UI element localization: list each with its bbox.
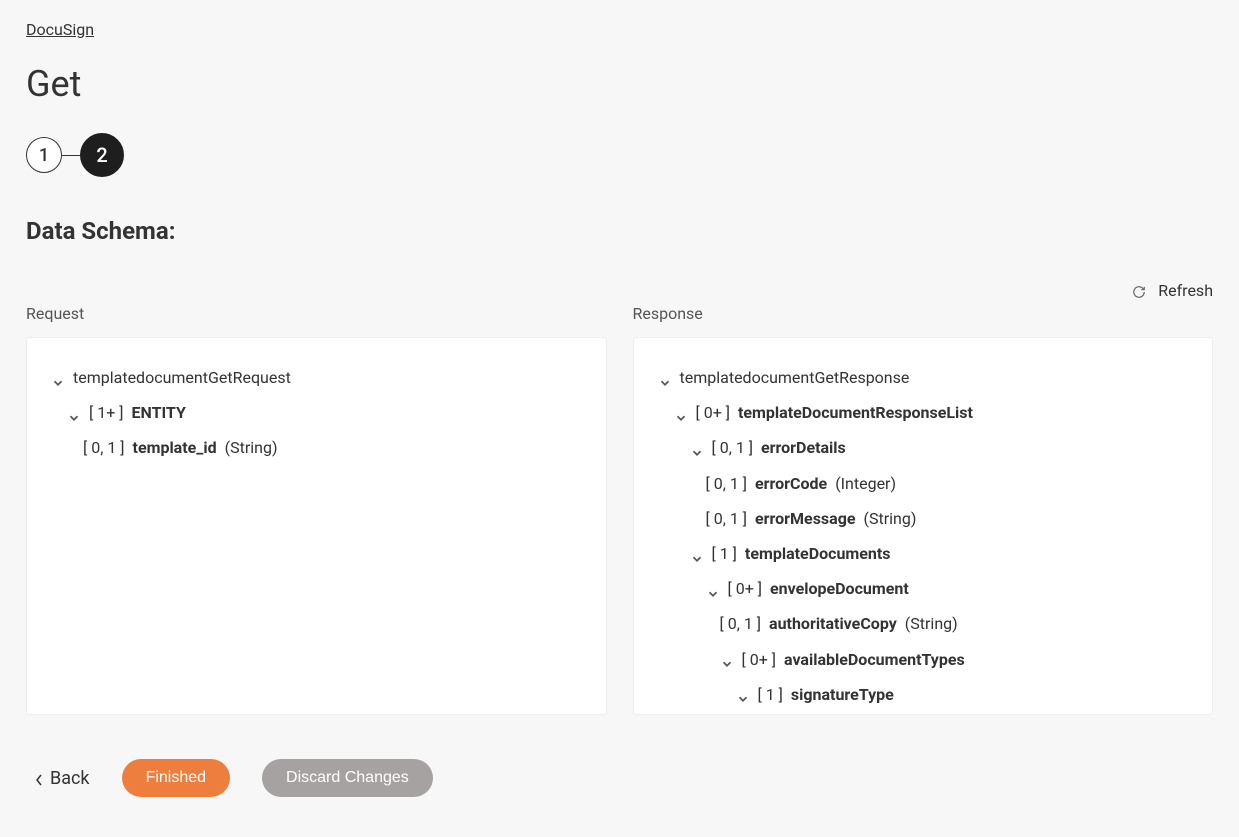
cardinality: [ 0, 1 ] [720, 610, 762, 637]
field-name: authoritativeCopy [769, 610, 897, 637]
response-panel: templatedocumentGetResponse [ 0+ ] templ… [633, 337, 1214, 715]
tree-node-response-list[interactable]: [ 0+ ] templateDocumentResponseList [658, 395, 1189, 430]
cardinality: [ 0, 1 ] [706, 470, 748, 497]
breadcrumb: DocuSign [26, 20, 1213, 39]
chevron-down-icon [706, 582, 720, 596]
step-2[interactable]: 2 [80, 133, 124, 177]
breadcrumb-link-docusign[interactable]: DocuSign [26, 20, 94, 39]
cardinality: [ 0+ ] [728, 575, 763, 602]
field-name: signatureType [791, 681, 894, 708]
request-panel: templatedocumentGetRequest [ 1+ ] ENTITY… [26, 337, 607, 715]
tree-node-template-id[interactable]: [ 0, 1 ] template_id (String) [51, 430, 582, 465]
tree-node-authoritative-copy[interactable]: [ 0, 1 ] authoritativeCopy (String) [658, 606, 1189, 641]
field-name: templateDocuments [745, 540, 891, 567]
step-1[interactable]: 1 [26, 137, 62, 173]
tree-label: templatedocumentGetResponse [680, 364, 910, 391]
tree-node-available-document-types[interactable]: [ 0+ ] availableDocumentTypes [658, 642, 1189, 677]
tree-label: templatedocumentGetRequest [73, 364, 291, 391]
footer-actions: Back Finished Discard Changes [26, 759, 1213, 797]
chevron-down-icon [736, 687, 750, 701]
tree-node-error-message[interactable]: [ 0, 1 ] errorMessage (String) [658, 501, 1189, 536]
chevron-left-icon [34, 771, 44, 785]
back-button[interactable]: Back [34, 768, 90, 789]
cardinality: [ 0+ ] [696, 399, 731, 426]
page-title: Get [26, 63, 1213, 105]
refresh-icon [1132, 284, 1146, 298]
tree-node-is-default[interactable]: [ 0, 1 ] isDefault (String) [658, 712, 1189, 715]
request-header: Request [26, 304, 607, 323]
tree-node-entity[interactable]: [ 1+ ] ENTITY [51, 395, 582, 430]
tree-node-error-details[interactable]: [ 0, 1 ] errorDetails [658, 430, 1189, 465]
tree-node-envelope-document[interactable]: [ 0+ ] envelopeDocument [658, 571, 1189, 606]
field-name: errorCode [755, 470, 827, 497]
field-type: (String) [863, 505, 916, 532]
field-name: errorDetails [761, 434, 846, 461]
field-name: template_id [133, 434, 217, 461]
tree-node-template-documents[interactable]: [ 1 ] templateDocuments [658, 536, 1189, 571]
chevron-down-icon [658, 371, 672, 385]
field-name: envelopeDocument [770, 575, 909, 602]
section-heading-data-schema: Data Schema: [26, 217, 1213, 245]
cardinality: [ 1+ ] [89, 399, 124, 426]
field-type: (String) [905, 610, 958, 637]
cardinality: [ 0, 1 ] [706, 505, 748, 532]
cardinality: [ 0, 1 ] [712, 434, 754, 461]
request-column: Request templatedocumentGetRequest [ 1+ … [26, 304, 607, 715]
tree-node-signature-type[interactable]: [ 1 ] signatureType [658, 677, 1189, 712]
chevron-down-icon [51, 371, 65, 385]
response-column: Response templatedocumentGetResponse [ 0… [633, 304, 1214, 715]
cardinality: [ 1 ] [758, 681, 783, 708]
field-type: (Integer) [835, 470, 896, 497]
chevron-down-icon [690, 441, 704, 455]
discard-changes-button[interactable]: Discard Changes [262, 759, 433, 797]
step-connector [62, 155, 80, 156]
finished-button[interactable]: Finished [122, 759, 230, 797]
field-name: ENTITY [132, 399, 186, 426]
field-type: (String) [225, 434, 278, 461]
chevron-down-icon [720, 652, 734, 666]
tree-node-error-code[interactable]: [ 0, 1 ] errorCode (Integer) [658, 466, 1189, 501]
cardinality: [ 1 ] [712, 540, 737, 567]
cardinality: [ 0+ ] [742, 646, 777, 673]
refresh-label: Refresh [1158, 281, 1213, 300]
field-name: errorMessage [755, 505, 855, 532]
refresh-button[interactable]: Refresh [26, 281, 1213, 300]
chevron-down-icon [690, 547, 704, 561]
tree-node-response-root[interactable]: templatedocumentGetResponse [658, 360, 1189, 395]
field-name: availableDocumentTypes [784, 646, 965, 673]
field-name: templateDocumentResponseList [738, 399, 973, 426]
cardinality: [ 0, 1 ] [83, 434, 125, 461]
chevron-down-icon [67, 406, 81, 420]
step-indicator: 1 2 [26, 133, 1213, 177]
tree-node-request-root[interactable]: templatedocumentGetRequest [51, 360, 582, 395]
response-header: Response [633, 304, 1214, 323]
back-label: Back [50, 768, 90, 789]
chevron-down-icon [674, 406, 688, 420]
